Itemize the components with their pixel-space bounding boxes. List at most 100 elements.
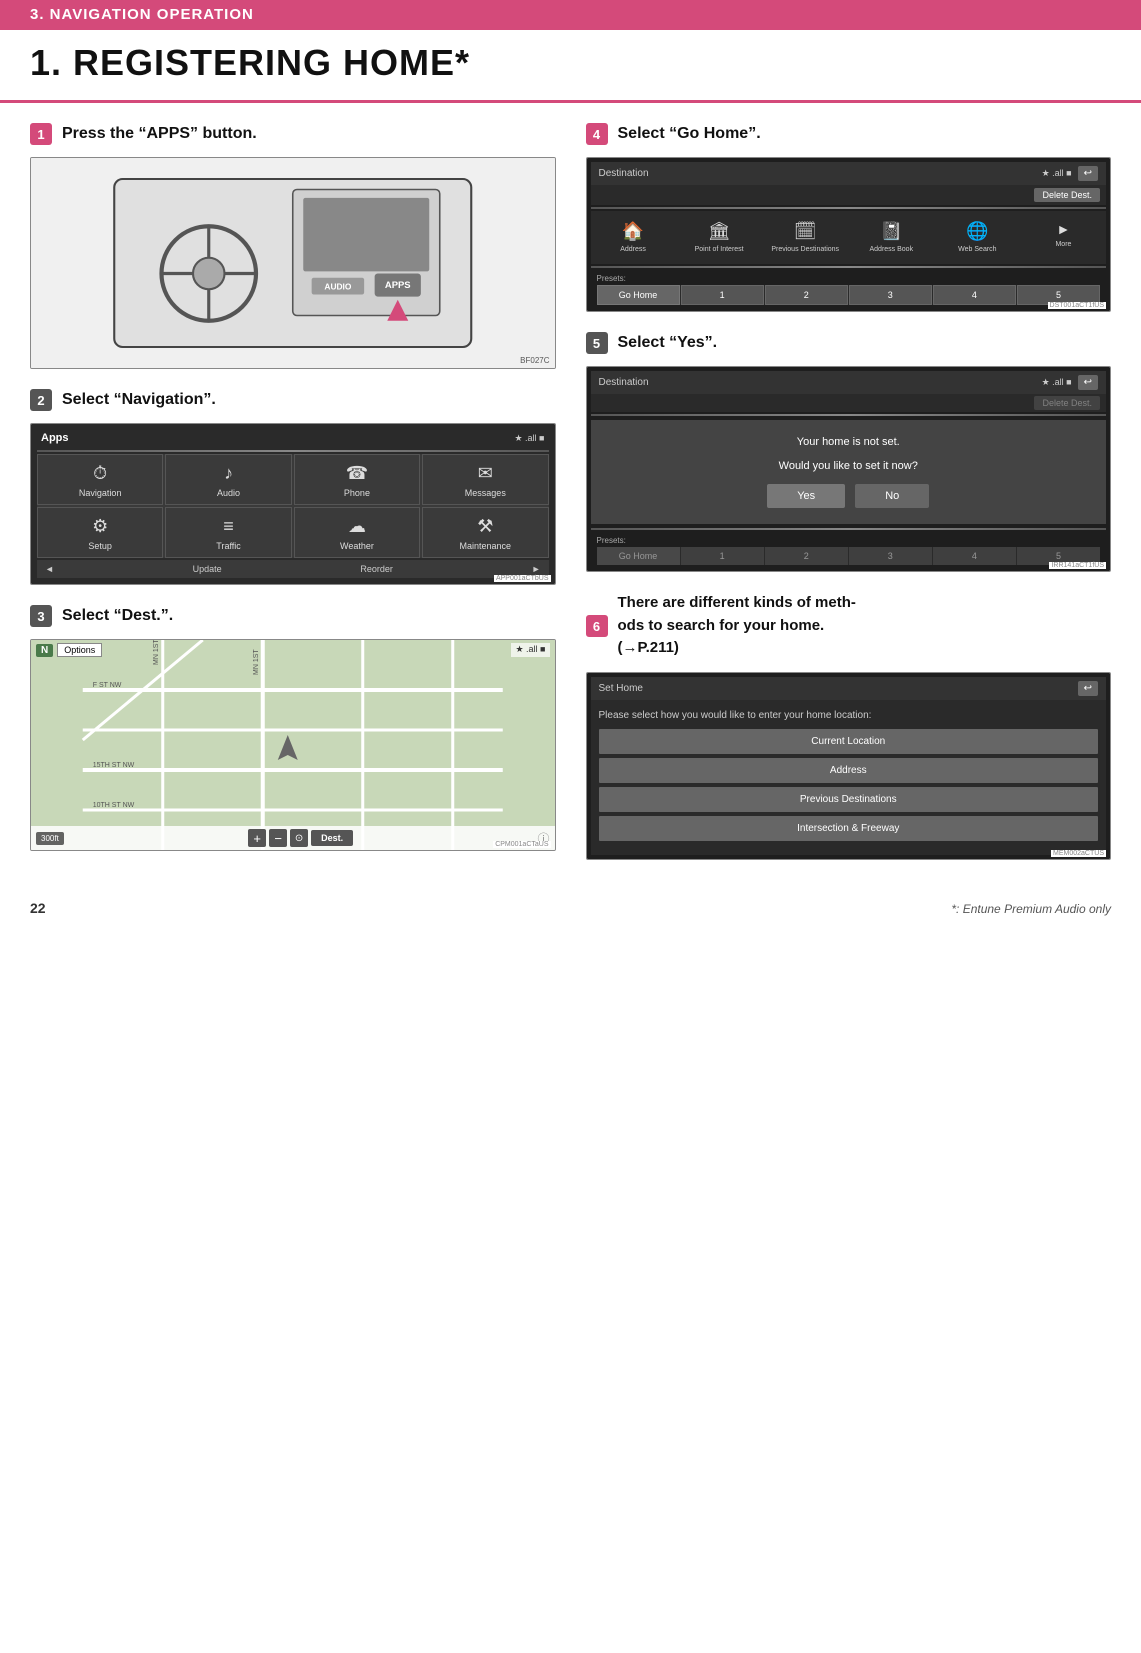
yesno-buttons: Yes No [611,484,1087,508]
prev-dest-label: Previous Destinations [771,246,839,254]
maintenance-icon: ⚒ [477,516,493,537]
preset-2[interactable]: 2 [765,285,848,305]
delete-dest-btn[interactable]: Delete Dest. [1034,188,1100,202]
screen-divider-1 [37,450,549,452]
yes-button[interactable]: Yes [767,484,845,508]
apps-screen-header: Apps ★ .all ■ [37,430,549,448]
map-header: N Options ★ .all ■ [31,640,555,660]
app-traffic[interactable]: ≡ Traffic [165,507,291,558]
yesno-header-right: ★ .all ■ ↩ [1042,375,1098,390]
dest-icon-more[interactable]: ► More [1021,215,1106,260]
step-5-number: 5 [586,332,608,354]
yesno-delete-btn[interactable]: Delete Dest. [1034,396,1100,410]
sethome-back-btn[interactable]: ↩ [1078,681,1098,696]
step-1-screenshot: AUDIO APPS BF027C [30,157,556,369]
screen-divider-3 [591,266,1107,268]
step-4-screenshot: Destination ★ .all ■ ↩ Delete Dest. 🏠 [586,157,1112,312]
weather-label: Weather [340,541,374,551]
footer-next[interactable]: ► [532,564,541,574]
preset-1[interactable]: 1 [681,285,764,305]
back-btn[interactable]: ↩ [1078,166,1098,181]
setup-label: Setup [88,541,112,551]
right-column: 4 Select “Go Home”. Destination ★ .all ■… [586,123,1112,860]
app-phone[interactable]: ☎ Phone [294,454,420,505]
dest-icon-poi[interactable]: 🏛 Point of Interest [677,215,762,260]
step-2-screenshot: Apps ★ .all ■ ⏱ Navigation ♪ [30,423,556,585]
footer-prev[interactable]: ◄ [45,564,54,574]
sethome-btn-address[interactable]: Address [599,758,1099,783]
map-header-left: N Options [36,643,102,657]
page-number: 22 [30,900,46,916]
step-6-title: There are different kinds of meth- ods t… [618,592,856,660]
messages-icon: ✉ [478,463,493,484]
status-stars: ★ .all ■ [1042,168,1072,179]
map-screen: F ST NW 15TH ST NW 10TH ST NW MN 1ST MN … [31,640,555,850]
dest-icons-row: 🏠 Address 🏛 Point of Interest 🗓 Previous… [591,211,1107,264]
yesno-preset-2[interactable]: 2 [765,547,848,565]
step-6-header: 6 There are different kinds of meth- ods… [586,592,1112,660]
dest-icon-prev-dest[interactable]: 🗓 Previous Destinations [763,215,848,260]
step-6-number: 6 [586,615,608,637]
footer-update[interactable]: Update [193,564,222,574]
prev-dest-icon: 🗓 [794,221,817,242]
step-2-block: 2 Select “Navigation”. Apps ★ .all ■ [30,389,556,585]
apps-footer: ◄ Update Reorder ► [37,560,549,578]
sethome-title: Set Home [599,683,643,694]
preset-go-home[interactable]: Go Home [597,285,680,305]
web-search-icon: 🌐 [966,221,988,242]
step-3-screenshot: F ST NW 15TH ST NW 10TH ST NW MN 1ST MN … [30,639,556,851]
map-north-btn[interactable]: N [36,644,53,657]
navigation-icon: ⏱ [93,463,107,484]
dest-icon-web-search[interactable]: 🌐 Web Search [935,215,1020,260]
audio-label: Audio [217,488,240,498]
status-icons: ★ .all ■ [514,433,544,444]
footer-reorder[interactable]: Reorder [360,564,393,574]
sethome-btn-intersection[interactable]: Intersection & Freeway [599,816,1099,841]
map-controls: + − ⊙ Dest. [248,829,353,847]
dest-button[interactable]: Dest. [311,830,353,846]
no-button[interactable]: No [855,484,929,508]
sethome-btn-current[interactable]: Current Location [599,729,1099,754]
svg-text:AUDIO: AUDIO [324,281,351,291]
yesno-header: Destination ★ .all ■ ↩ [591,371,1107,394]
preset-3[interactable]: 3 [849,285,932,305]
app-setup[interactable]: ⚙ Setup [37,507,163,558]
sethome-btn-prev-dest[interactable]: Previous Destinations [599,787,1099,812]
dest-screen: Destination ★ .all ■ ↩ Delete Dest. 🏠 [587,158,1111,311]
app-maintenance[interactable]: ⚒ Maintenance [422,507,548,558]
map-options-btn[interactable]: Options [57,643,102,657]
car-diagram: AUDIO APPS BF027C [31,158,555,368]
zoom-out-btn[interactable]: − [269,829,287,847]
preset-4[interactable]: 4 [933,285,1016,305]
page-footer: 22 *: Entune Premium Audio only [0,900,1141,916]
recenter-btn[interactable]: ⊙ [290,829,308,847]
svg-text:10TH ST NW: 10TH ST NW [93,802,135,809]
step-1-header: 1 Press the “APPS” button. [30,123,556,145]
yesno-preset-4[interactable]: 4 [933,547,1016,565]
dest-icon-address[interactable]: 🏠 Address [591,215,676,260]
app-messages[interactable]: ✉ Messages [422,454,548,505]
step-6-screen-label: MEM002aCTUS [1051,850,1106,857]
step-5-block: 5 Select “Yes”. Destination ★ .all ■ ↩ D… [586,332,1112,572]
step-5-header: 5 Select “Yes”. [586,332,1112,354]
zoom-in-btn[interactable]: + [248,829,266,847]
sethome-prompt: Please select how you would like to ente… [599,710,1099,721]
step-2-title: Select “Navigation”. [62,391,216,409]
dest-icon-address-book[interactable]: 📓 Address Book [849,215,934,260]
app-audio[interactable]: ♪ Audio [165,454,291,505]
app-navigation[interactable]: ⏱ Navigation [37,454,163,505]
yesno-presets-label: Presets: [597,534,1101,547]
yesno-line1: Your home is not set. [611,436,1087,448]
step-4-number: 4 [586,123,608,145]
presets-label: Presets: [597,272,1101,285]
more-label: More [1055,241,1071,249]
app-weather[interactable]: ☁ Weather [294,507,420,558]
yesno-preset-3[interactable]: 3 [849,547,932,565]
sethome-screen: Set Home ↩ Please select how you would l… [587,673,1111,859]
step-5-screen-label: IRR141aCT1fUS [1049,562,1106,569]
more-icon: ► [1057,221,1071,237]
step-6-screenshot: Set Home ↩ Please select how you would l… [586,672,1112,860]
yesno-preset-go-home[interactable]: Go Home [597,547,680,565]
yesno-preset-1[interactable]: 1 [681,547,764,565]
yesno-back-btn[interactable]: ↩ [1078,375,1098,390]
